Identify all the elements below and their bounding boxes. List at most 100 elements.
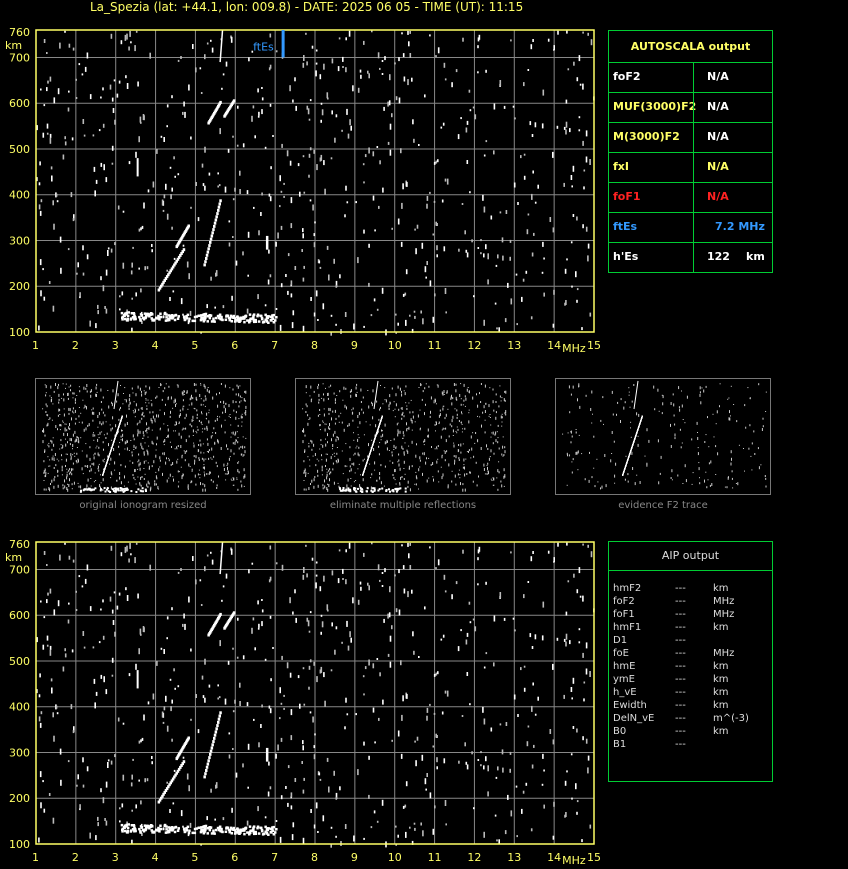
thumb-dot <box>305 411 307 413</box>
noise-dot <box>128 673 131 677</box>
thumb-dot <box>47 422 49 426</box>
noise-dot <box>578 129 581 132</box>
thumb-dot <box>405 402 407 404</box>
noise-dot <box>314 733 316 736</box>
thumb-dot <box>705 471 707 473</box>
thumb-dot <box>357 434 359 436</box>
noise-dot <box>468 601 471 605</box>
noise-dot <box>582 595 584 602</box>
f-point <box>219 199 222 203</box>
thumb-dot <box>571 435 573 438</box>
noise-dot <box>331 110 333 115</box>
noise-dot <box>575 271 577 278</box>
thumb-dot <box>75 417 77 420</box>
thumb-dot <box>204 405 206 407</box>
thumb-dot <box>204 473 206 477</box>
thumb-dot <box>350 389 352 393</box>
thumb-dot <box>653 385 655 389</box>
thumb-dot <box>135 447 137 449</box>
noise-dot <box>368 282 370 287</box>
noise-dot <box>253 718 255 721</box>
thumb-f2-trace <box>555 378 771 495</box>
es-point <box>228 829 232 832</box>
thumb-dot <box>476 393 477 396</box>
noise-dot <box>182 825 184 828</box>
noise-dot <box>543 292 545 297</box>
noise-dot <box>534 201 537 204</box>
noise-dot <box>344 726 346 730</box>
thumb-dot <box>415 471 417 473</box>
noise-dot <box>269 196 272 202</box>
noise-dot <box>173 156 175 160</box>
thumb-dot <box>659 472 661 475</box>
thumb-dot <box>437 470 439 473</box>
noise-dot <box>251 627 253 634</box>
es-point <box>176 829 180 832</box>
noise-dot <box>480 252 482 255</box>
noise-dot <box>547 550 550 554</box>
noise-dot <box>465 761 468 765</box>
thumb-dot <box>489 414 491 415</box>
noise-dot <box>239 701 241 706</box>
thumb-dot <box>464 427 466 430</box>
thumb-dot <box>43 480 45 481</box>
noise-dot <box>564 302 566 306</box>
noise-dot <box>497 254 499 259</box>
thumb-dot <box>59 448 61 450</box>
thumb-dot <box>85 406 87 407</box>
thumb-dot <box>375 424 377 428</box>
thumb-dot <box>112 389 114 393</box>
thumb-dot <box>64 423 66 425</box>
noise-dot <box>162 827 165 831</box>
noise-dot <box>414 827 416 831</box>
noise-dot <box>170 194 172 200</box>
noise-dot <box>49 137 52 144</box>
noise-dot <box>292 822 295 828</box>
noise-dot <box>166 125 168 128</box>
autoscala-label: foF2 <box>613 70 641 83</box>
x-tick-label: 8 <box>311 339 318 352</box>
thumb-dot <box>202 488 204 492</box>
noise-dot <box>397 322 399 326</box>
noise-dot <box>531 193 533 200</box>
thumb-dot <box>501 397 503 399</box>
noise-dot <box>116 605 119 610</box>
thumb-point <box>378 488 381 491</box>
thumb-dot <box>154 421 156 423</box>
thumb-dot <box>364 458 365 460</box>
es-point <box>230 320 233 323</box>
noise-dot <box>72 218 75 222</box>
es-point <box>220 830 223 833</box>
y-tick-label: 500 <box>9 143 30 156</box>
noise-dot <box>517 202 519 205</box>
es-point <box>257 320 261 323</box>
noise-dot <box>160 135 163 138</box>
thumb-point <box>355 490 358 493</box>
es-point <box>218 826 221 830</box>
noise-dot <box>357 257 359 264</box>
thumb-dot <box>466 388 468 392</box>
noise-dot <box>55 705 58 709</box>
thumb-dot <box>154 418 156 422</box>
noise-dot <box>71 137 74 141</box>
thumb-dot <box>62 487 64 490</box>
aip-label: foF2 <box>613 596 635 607</box>
aip-value: --- <box>675 596 686 607</box>
noise-dot <box>42 268 44 271</box>
thumb-dot <box>456 409 458 412</box>
noise-dot <box>166 781 168 784</box>
thumb-dot <box>343 428 345 432</box>
noise-dot <box>294 77 296 82</box>
noise-dot <box>43 551 46 555</box>
noise-dot <box>513 182 516 188</box>
aip-value: --- <box>675 687 686 698</box>
noise-dot <box>222 817 225 821</box>
thumb-dot <box>78 407 80 408</box>
thumb-dot <box>203 452 205 454</box>
noise-dot <box>166 725 169 732</box>
thumb-dot <box>497 437 499 439</box>
aip-value: --- <box>675 674 686 685</box>
thumb-point <box>389 490 391 493</box>
thumb-dot <box>218 475 219 478</box>
noise-dot <box>188 84 190 91</box>
